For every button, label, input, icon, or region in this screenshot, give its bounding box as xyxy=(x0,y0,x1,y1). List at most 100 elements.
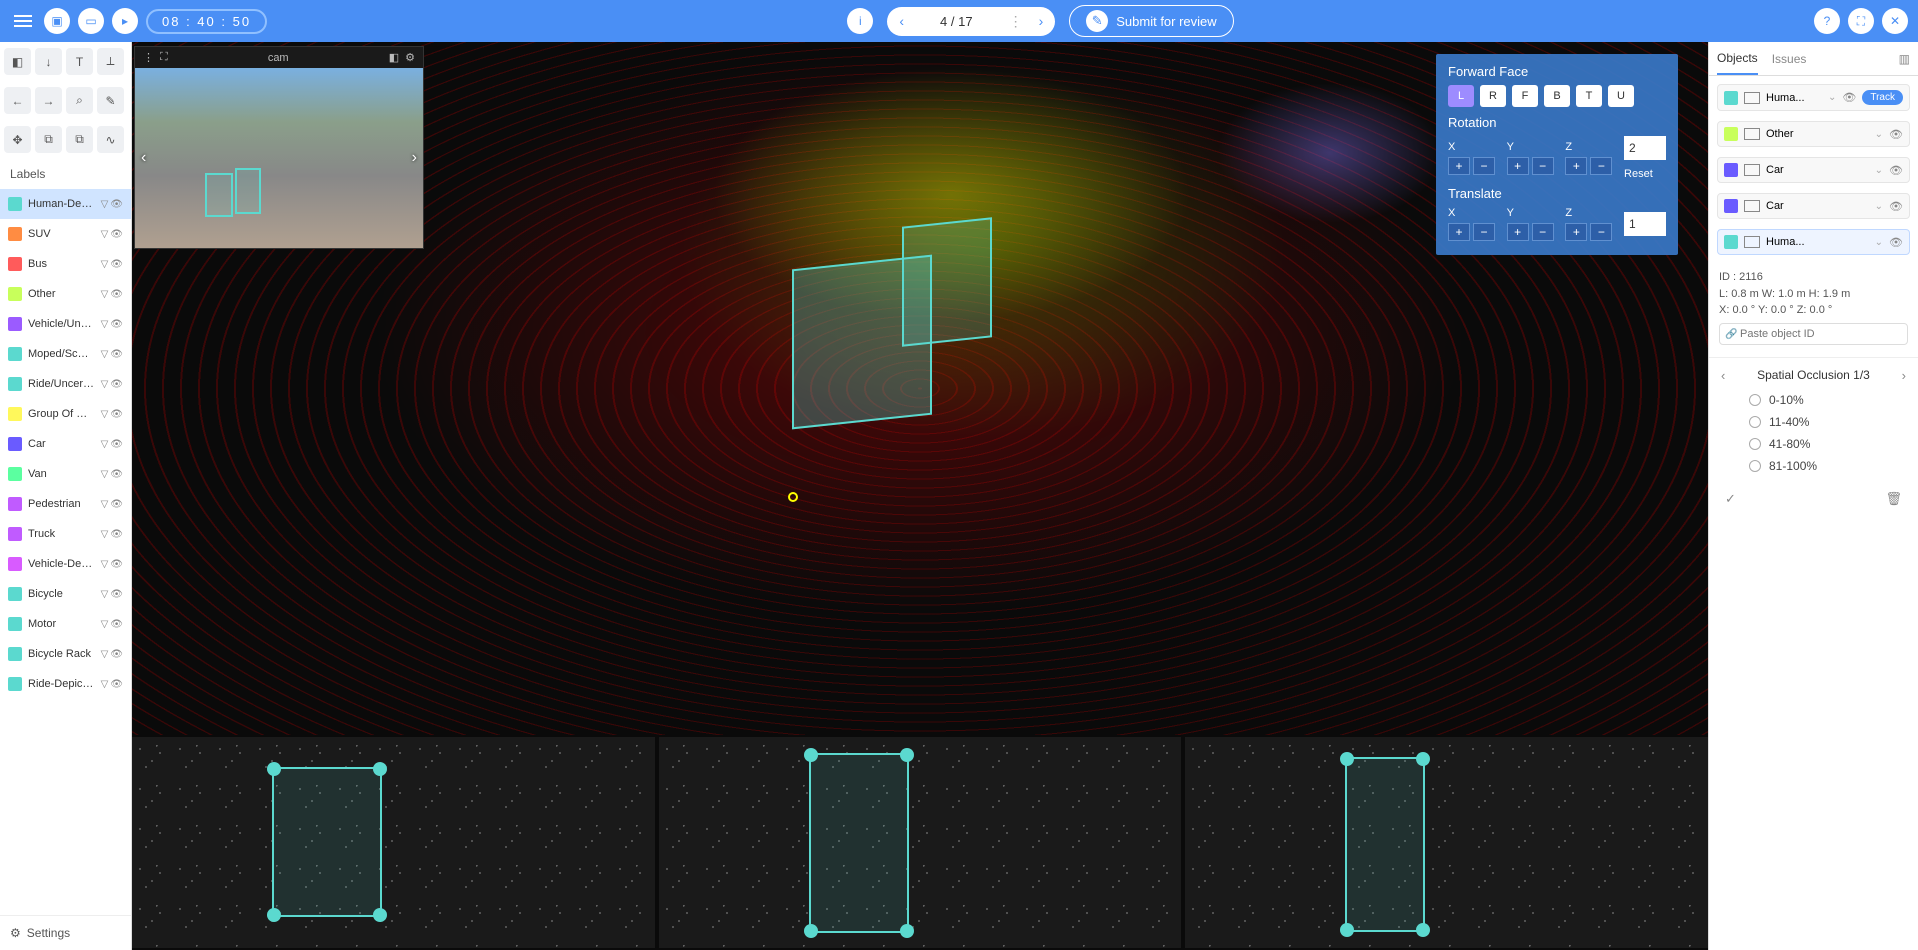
filter-icon[interactable]: ▽ xyxy=(101,319,109,330)
label-item[interactable]: Bicycle▽ 👁 xyxy=(0,579,131,609)
eye-icon[interactable]: 👁 xyxy=(110,259,123,270)
info-button[interactable]: i xyxy=(847,8,873,34)
eye-icon[interactable]: 👁 xyxy=(1889,164,1903,177)
label-item[interactable]: Human-Depi...▽ 👁 xyxy=(0,189,131,219)
eye-icon[interactable]: 👁 xyxy=(110,499,123,510)
attr-confirm[interactable]: ✓ xyxy=(1725,491,1736,507)
chevron-down-icon[interactable]: ⌄ xyxy=(1875,237,1883,248)
eye-icon[interactable]: 👁 xyxy=(1889,128,1903,141)
tool-paste[interactable]: ⧉ xyxy=(66,126,93,153)
help-button[interactable]: ? xyxy=(1814,8,1840,34)
label-item[interactable]: Vehicle/Uncer...▽ 👁 xyxy=(0,309,131,339)
tool-forward[interactable]: → xyxy=(35,87,62,114)
filter-icon[interactable]: ▽ xyxy=(101,259,109,270)
tool-zoom[interactable]: ⌕ xyxy=(66,87,93,114)
label-item[interactable]: SUV▽ 👁 xyxy=(0,219,131,249)
panel-toggle-icon[interactable]: ▥ xyxy=(1899,52,1910,66)
tab-objects[interactable]: Objects xyxy=(1717,43,1758,75)
occlusion-option[interactable]: 11-40% xyxy=(1749,415,1898,429)
eye-icon[interactable]: 👁 xyxy=(110,589,123,600)
face-L[interactable]: L xyxy=(1448,85,1474,107)
cuboid-selected[interactable] xyxy=(792,255,932,430)
tool-measure[interactable]: ✎ xyxy=(97,87,124,114)
label-item[interactable]: Car▽ 👁 xyxy=(0,429,131,459)
object-item[interactable]: Other⌄👁 xyxy=(1717,121,1910,147)
topbar-tool-3[interactable]: ▸ xyxy=(112,8,138,34)
cam-window-icon[interactable]: ◧ xyxy=(389,51,399,64)
eye-icon[interactable]: 👁 xyxy=(1889,236,1903,249)
occlusion-option[interactable]: 0-10% xyxy=(1749,393,1898,407)
eye-icon[interactable]: 👁 xyxy=(110,679,123,690)
ortho-view-top[interactable] xyxy=(132,737,655,948)
label-item[interactable]: Ride/Uncertain▽ 👁 xyxy=(0,369,131,399)
eye-icon[interactable]: 👁 xyxy=(110,379,123,390)
rot-y-minus[interactable]: − xyxy=(1532,157,1554,175)
rot-z-minus[interactable]: − xyxy=(1590,157,1612,175)
attr-delete[interactable]: 🗑 xyxy=(1885,491,1902,507)
face-U[interactable]: U xyxy=(1608,85,1634,107)
eye-icon[interactable]: 👁 xyxy=(110,199,123,210)
occlusion-option[interactable]: 41-80% xyxy=(1749,437,1898,451)
rotation-reset[interactable]: Reset xyxy=(1624,168,1653,180)
tr-y-plus[interactable]: + xyxy=(1507,223,1529,241)
filter-icon[interactable]: ▽ xyxy=(101,679,109,690)
label-item[interactable]: Group Of Ped...▽ 👁 xyxy=(0,399,131,429)
ortho-view-side[interactable] xyxy=(659,737,1182,948)
eye-icon[interactable]: 👁 xyxy=(110,289,123,300)
face-R[interactable]: R xyxy=(1480,85,1506,107)
eye-icon[interactable]: 👁 xyxy=(110,529,123,540)
tr-x-plus[interactable]: + xyxy=(1448,223,1470,241)
eye-icon[interactable]: 👁 xyxy=(110,619,123,630)
cam-next-button[interactable]: › xyxy=(412,149,417,167)
topbar-tool-2[interactable]: ▭ xyxy=(78,8,104,34)
label-item[interactable]: Motor▽ 👁 xyxy=(0,609,131,639)
label-item[interactable]: Pedestrian▽ 👁 xyxy=(0,489,131,519)
eye-icon[interactable]: 👁 xyxy=(110,349,123,360)
ortho-view-front[interactable] xyxy=(1185,737,1708,948)
filter-icon[interactable]: ▽ xyxy=(101,379,109,390)
eye-icon[interactable]: 👁 xyxy=(1842,91,1856,104)
rot-x-minus[interactable]: − xyxy=(1473,157,1495,175)
chevron-down-icon[interactable]: ⌄ xyxy=(1875,165,1883,176)
tr-y-minus[interactable]: − xyxy=(1532,223,1554,241)
paste-id-input[interactable] xyxy=(1719,323,1908,345)
settings-link[interactable]: ⚙ Settings xyxy=(0,915,131,950)
tool-cuboid[interactable]: ◧ xyxy=(4,48,31,75)
close-button[interactable]: ✕ xyxy=(1882,8,1908,34)
tool-copy[interactable]: ⧉ xyxy=(35,126,62,153)
label-item[interactable]: Bus▽ 👁 xyxy=(0,249,131,279)
submit-button[interactable]: ✎ Submit for review xyxy=(1069,5,1233,37)
translate-step-input[interactable] xyxy=(1624,212,1666,236)
tool-download[interactable]: ↓ xyxy=(35,48,62,75)
filter-icon[interactable]: ▽ xyxy=(101,409,109,420)
tool-move[interactable]: ✥ xyxy=(4,126,31,153)
eye-icon[interactable]: 👁 xyxy=(1889,200,1903,213)
tr-x-minus[interactable]: − xyxy=(1473,223,1495,241)
fullscreen-button[interactable]: ⛶ xyxy=(1848,8,1874,34)
eye-icon[interactable]: 👁 xyxy=(110,229,123,240)
tool-back[interactable]: ← xyxy=(4,87,31,114)
object-item[interactable]: Car⌄👁 xyxy=(1717,157,1910,183)
filter-icon[interactable]: ▽ xyxy=(101,469,109,480)
attr-next[interactable]: › xyxy=(1902,368,1906,383)
eye-icon[interactable]: 👁 xyxy=(110,649,123,660)
cam-menu-icon[interactable]: ⋮ xyxy=(143,51,154,64)
object-item[interactable]: Huma...⌄👁Track xyxy=(1717,84,1910,111)
face-T[interactable]: T xyxy=(1576,85,1602,107)
rot-z-plus[interactable]: + xyxy=(1565,157,1587,175)
cam-gear-icon[interactable]: ⚙ xyxy=(405,51,415,64)
object-item[interactable]: Huma...⌄👁 xyxy=(1717,229,1910,255)
tab-issues[interactable]: Issues xyxy=(1772,44,1807,74)
eye-icon[interactable]: 👁 xyxy=(110,409,123,420)
label-item[interactable]: Ride-Depiction▽ 👁 xyxy=(0,669,131,699)
label-item[interactable]: Other▽ 👁 xyxy=(0,279,131,309)
filter-icon[interactable]: ▽ xyxy=(101,499,109,510)
rot-x-plus[interactable]: + xyxy=(1448,157,1470,175)
label-item[interactable]: Van▽ 👁 xyxy=(0,459,131,489)
eye-icon[interactable]: 👁 xyxy=(110,319,123,330)
tr-z-minus[interactable]: − xyxy=(1590,223,1612,241)
eye-icon[interactable]: 👁 xyxy=(110,469,123,480)
eye-icon[interactable]: 👁 xyxy=(110,559,123,570)
face-F[interactable]: F xyxy=(1512,85,1538,107)
filter-icon[interactable]: ▽ xyxy=(101,649,109,660)
